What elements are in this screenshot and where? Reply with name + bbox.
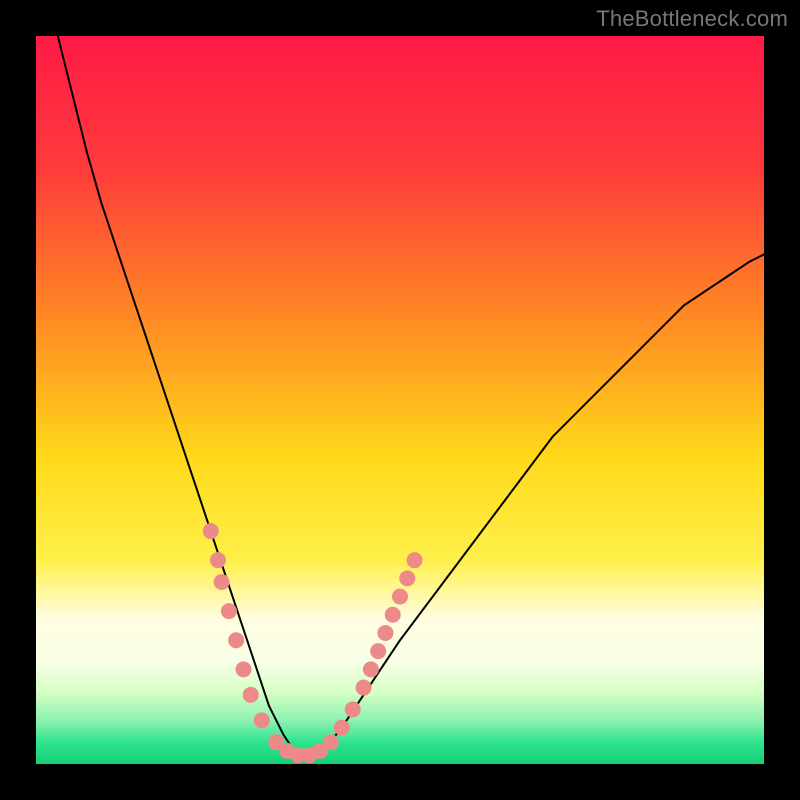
highlight-dot — [363, 661, 379, 677]
highlight-dot — [203, 523, 219, 539]
highlight-dot — [214, 574, 230, 590]
highlight-dot — [399, 570, 415, 586]
highlight-dot — [385, 607, 401, 623]
highlight-dot — [323, 734, 339, 750]
highlight-dot — [243, 687, 259, 703]
highlight-dot — [345, 701, 361, 717]
highlight-dot — [228, 632, 244, 648]
highlight-dot — [221, 603, 237, 619]
highlight-dot — [356, 680, 372, 696]
highlight-dot — [334, 720, 350, 736]
highlight-dot — [392, 589, 408, 605]
watermark-text: TheBottleneck.com — [596, 6, 788, 32]
highlight-dot — [370, 643, 386, 659]
highlight-dot — [407, 552, 423, 568]
highlight-dot — [210, 552, 226, 568]
highlight-dot — [254, 712, 270, 728]
highlight-dot — [235, 661, 251, 677]
chart-frame: TheBottleneck.com — [0, 0, 800, 800]
chart-plot-area — [36, 36, 764, 764]
highlight-dot — [377, 625, 393, 641]
chart-svg — [36, 36, 764, 764]
chart-background — [36, 36, 764, 764]
